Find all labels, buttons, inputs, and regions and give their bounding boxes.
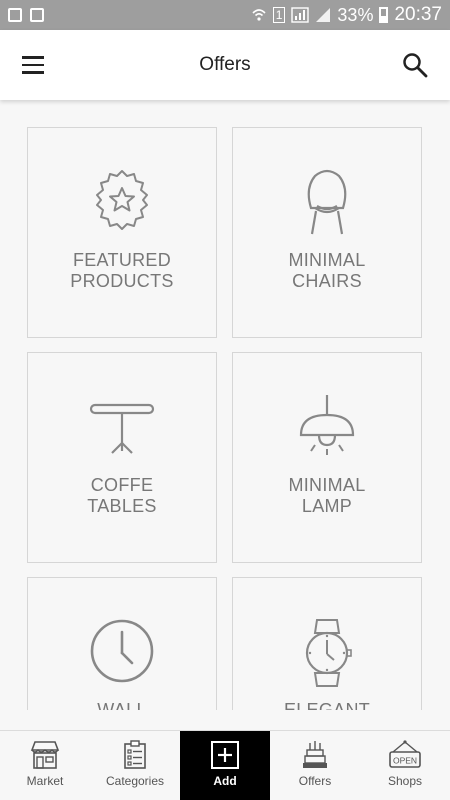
tile-label-line1: WALL [97,700,147,710]
gallery-notification-icon [8,8,22,22]
clock-time: 20:37 [394,4,442,25]
tile-label: FEATURED PRODUCTS [28,250,216,292]
status-bar: 1 33% 20:37 [0,0,450,30]
tile-label-line2: TABLES [87,496,157,516]
open-sign-icon: OPEN [389,740,421,768]
status-right: 1 33% 20:37 [251,4,442,26]
nav-label: Shops [387,774,423,788]
tile-label-line1: MINIMAL [288,475,366,495]
nav-offers[interactable]: Offers [270,731,360,800]
svg-text:OPEN: OPEN [393,756,417,766]
tile-minimal-lamp[interactable]: MINIMAL LAMP [232,352,422,563]
menu-button[interactable] [22,52,48,78]
tile-featured-products[interactable]: FEATURED PRODUCTS [27,127,217,338]
star-badge-icon [96,170,148,230]
nav-label: Add [213,774,237,788]
tile-label: ELEGANT [233,700,421,710]
tile-label-line1: FEATURED [72,250,172,270]
hamburger-icon-line [22,71,44,74]
nav-label: Categories [105,774,165,788]
offers-grid: FEATURED PRODUCTS MINIMAL CHAIRS COFFE T [0,100,450,710]
tile-coffe-tables[interactable]: COFFE TABLES [27,352,217,563]
tile-label-line2: LAMP [301,496,353,516]
tile-label: WALL [28,700,216,710]
tile-label-line1: MINIMAL [288,250,366,270]
tile-label-line1: COFFE [90,475,154,495]
bottom-navigation: Market Categories Add Offers OPEN Shops [0,730,450,800]
nav-add[interactable]: Add [180,731,270,800]
tile-label-line2: PRODUCTS [70,271,174,291]
page-title: Offers [199,54,251,75]
status-left [8,8,44,22]
store-icon [30,741,60,769]
nav-categories[interactable]: Categories [90,731,180,800]
tile-label: MINIMAL CHAIRS [233,250,421,292]
app-bar: Offers [0,30,450,100]
table-icon [89,403,155,454]
tile-label-line2: CHAIRS [292,271,362,291]
signal-1-icon [291,7,310,23]
nav-label: Offers [298,774,332,788]
app-notification-icon [30,8,44,22]
nav-market[interactable]: Market [0,731,90,800]
tile-elegant[interactable]: ELEGANT [232,577,422,710]
tile-wall[interactable]: WALL [27,577,217,710]
clock-icon [90,619,154,683]
cake-icon [303,741,327,768]
sim-badge: 1 [272,7,286,23]
hamburger-icon [22,56,44,59]
tile-label-line1: ELEGANT [283,700,371,710]
tile-label: MINIMAL LAMP [233,475,421,517]
signal-2-icon [316,8,331,22]
tile-minimal-chairs[interactable]: MINIMAL CHAIRS [232,127,422,338]
nav-shops[interactable]: OPEN Shops [360,731,450,800]
add-box-icon [211,741,239,769]
lamp-icon [299,395,355,455]
search-icon[interactable] [402,52,428,78]
tile-label: COFFE TABLES [28,475,216,517]
battery-icon [379,7,389,23]
hamburger-icon-line [22,63,44,67]
wifi-icon [252,9,266,21]
watch-icon [305,619,352,687]
nav-label: Market [26,774,64,788]
checklist-icon [124,740,146,769]
battery-percent: 33% [337,4,374,25]
chair-icon [307,169,347,235]
